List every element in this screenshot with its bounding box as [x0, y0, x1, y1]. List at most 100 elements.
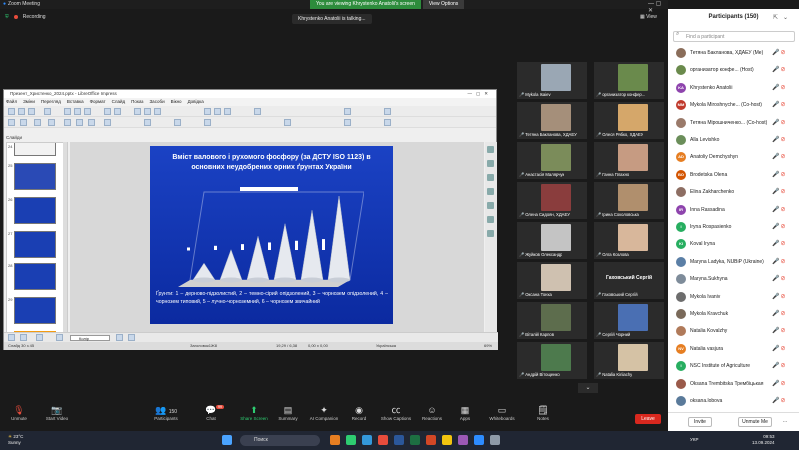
rotate-icon[interactable] — [284, 119, 291, 126]
participant-row[interactable]: Тетяна Мірошниченко... (Co-host) 🎤⊘ — [668, 117, 799, 130]
video-tile[interactable]: 🎤Олена Сидоян, ХДАЕУ — [517, 182, 587, 219]
participant-row[interactable]: Alla Levishko 🎤⊘ — [668, 134, 799, 147]
gallery-scroll-down-icon[interactable]: ⌄ — [578, 383, 598, 393]
slide-thumbnail[interactable] — [14, 197, 56, 224]
menu-view[interactable]: Перегляд — [41, 99, 61, 105]
excel-icon[interactable] — [410, 435, 420, 445]
slideshow-icon[interactable] — [254, 108, 261, 115]
shapes-icon[interactable] — [144, 119, 151, 126]
chart-icon[interactable] — [154, 108, 161, 115]
slide-thumbnail[interactable] — [14, 297, 56, 324]
summary-button[interactable]: ▤ Summary — [274, 405, 302, 421]
cut-icon[interactable] — [64, 108, 71, 115]
ai-companion-button[interactable]: ✦ AI Companion — [306, 405, 342, 421]
video-tile[interactable]: 🎤Андрій Вітощенко — [517, 342, 587, 379]
participant-row[interactable]: I Iryna Rospasienko 🎤⊘ — [668, 221, 799, 234]
video-tile[interactable]: 🎤Тетяна Бакланова, ХДАЕУ — [517, 102, 587, 139]
participant-row[interactable]: Maryna.Sukhyna 🎤⊘ — [668, 273, 799, 286]
zoom-pan-icon[interactable] — [20, 119, 27, 126]
whiteboards-button[interactable]: ▭ Whiteboards — [484, 405, 520, 421]
gallery-icon[interactable] — [487, 216, 494, 223]
save-icon[interactable] — [28, 108, 35, 115]
master-slides-icon[interactable] — [487, 188, 494, 195]
weather-widget[interactable]: ☀ 23°C Sunny — [8, 434, 23, 446]
menu-slide[interactable]: Слайд — [112, 99, 126, 105]
slide-thumbnails[interactable]: 24 25 26 27 28 29 30 — [6, 142, 68, 340]
participant-row[interactable]: KA Khrystenko Anatolii 🎤⊘ — [668, 82, 799, 95]
participant-row[interactable]: Maryna Ladyka, NUBiP (Ukraine) 🎤⊘ — [668, 256, 799, 269]
view-options-button[interactable]: View Options — [422, 0, 465, 9]
curve-icon[interactable] — [104, 119, 111, 126]
minimize-icon[interactable]: ⌄ — [783, 15, 793, 21]
position-size-icon[interactable] — [128, 334, 135, 341]
participant-row[interactable]: Oksana Trembitska Трембіцькая 🎤⊘ — [668, 378, 799, 391]
participant-row[interactable]: Тетяна Бакланова, ХДАЕУ (Me) 🎤⊘ — [668, 47, 799, 60]
shadow-icon[interactable] — [344, 119, 351, 126]
show-captions-button[interactable]: ㏄ Show Captions — [376, 405, 416, 421]
video-tile[interactable]: 🎤Жуйков Олександр — [517, 222, 587, 259]
rectangle-icon[interactable] — [76, 119, 83, 126]
participant-row[interactable]: Mykola Kravchuk 🎤⊘ — [668, 308, 799, 321]
fill-color-select[interactable]: Колір — [70, 335, 110, 341]
line-color-icon[interactable] — [34, 119, 41, 126]
video-tile[interactable]: 🎤Оксана Тонха — [517, 262, 587, 299]
video-tile[interactable]: 🎤Mykola Isaiev — [517, 62, 587, 99]
zoom-icon[interactable] — [344, 108, 351, 115]
participant-row[interactable]: AD Anatoliy Demchyshyn 🎤⊘ — [668, 151, 799, 164]
video-tile[interactable]: 🎤Natalia Kiriiachy — [594, 342, 664, 379]
navigator-icon[interactable] — [487, 230, 494, 237]
ellipse-icon[interactable] — [88, 119, 95, 126]
participant-row[interactable]: NV Natalia vasjura 🎤⊘ — [668, 343, 799, 356]
chat-button[interactable]: 💬 99 Chat — [198, 405, 224, 421]
select-icon[interactable] — [8, 119, 15, 126]
view-mode-icon[interactable] — [214, 108, 221, 115]
video-tile[interactable]: 🎤Олеся Рябко, ХДАЕУ — [594, 102, 664, 139]
status-zoom[interactable]: 69% — [484, 343, 492, 348]
folder-icon[interactable] — [442, 435, 452, 445]
line-icon[interactable] — [64, 119, 71, 126]
video-tile[interactable]: 🎤организатор конфер... — [594, 62, 664, 99]
slide-thumbnail[interactable] — [14, 163, 56, 190]
slide-canvas[interactable]: Вміст валового і рухомого фосфору (за ДС… — [70, 142, 484, 332]
chrome-icon[interactable] — [346, 435, 356, 445]
word-icon[interactable] — [394, 435, 404, 445]
unmute-button[interactable]: 🎙 Unmute — [6, 405, 32, 421]
video-tile[interactable]: 🎤Ірина Соколовська — [594, 182, 664, 219]
line-width-icon[interactable] — [36, 334, 43, 341]
taskbar-search[interactable]: Поиск — [240, 435, 320, 446]
paste-icon[interactable] — [84, 108, 91, 115]
menu-edit[interactable]: Зміни — [23, 99, 35, 105]
participant-row[interactable]: KI Koval Iryna 🎤⊘ — [668, 238, 799, 251]
more-icon[interactable]: … — [778, 417, 792, 427]
transition-icon[interactable] — [487, 160, 494, 167]
apps-button[interactable]: ▦ Apps — [454, 405, 476, 421]
acrobat-icon[interactable] — [378, 435, 388, 445]
record-button[interactable]: ◉ Record — [348, 405, 370, 421]
menu-tools[interactable]: Засоби — [149, 99, 164, 105]
display-grid-icon[interactable] — [224, 108, 231, 115]
image-icon[interactable] — [144, 108, 151, 115]
keyboard-language[interactable]: УКР — [690, 437, 698, 442]
share-screen-button[interactable]: ⬆ Share Screen — [234, 405, 274, 421]
redo-icon[interactable] — [114, 108, 121, 115]
thumbnails-scrollbar[interactable] — [63, 142, 67, 340]
undo-icon[interactable] — [104, 108, 111, 115]
participant-row[interactable]: I NSC Institute of Agriculture 🎤⊘ — [668, 360, 799, 373]
arrow-style-icon[interactable] — [20, 334, 27, 341]
participant-row[interactable]: oksana.lobova 🎤⊘ — [668, 395, 799, 408]
menu-help[interactable]: Довідка — [188, 99, 204, 105]
start-video-button[interactable]: 📷 Start Video — [42, 405, 72, 421]
menu-format[interactable]: Формат — [90, 99, 106, 105]
menu-file[interactable]: Файл — [6, 99, 17, 105]
styles-icon[interactable] — [487, 202, 494, 209]
video-tile[interactable]: 🎤Сергій Чорний — [594, 302, 664, 339]
current-slide[interactable]: Вміст валового і рухомого фосфору (за ДС… — [150, 146, 393, 324]
participant-row[interactable]: MM Mykola Miroshnyche... (Co-host) 🎤⊘ — [668, 99, 799, 112]
participant-row[interactable]: Mykola Ivaniv 🎤⊘ — [668, 291, 799, 304]
participant-row[interactable]: организатор конфе... (Host) 🎤⊘ — [668, 64, 799, 77]
menu-insert[interactable]: Вставка — [67, 99, 84, 105]
unmute-me-button[interactable]: Unmute Me — [738, 417, 772, 427]
system-clock[interactable]: 09:53 13.09.2024 — [752, 434, 775, 446]
menu-show[interactable]: Показ — [131, 99, 143, 105]
video-tile[interactable]: 🎤Олга Козлова — [594, 222, 664, 259]
